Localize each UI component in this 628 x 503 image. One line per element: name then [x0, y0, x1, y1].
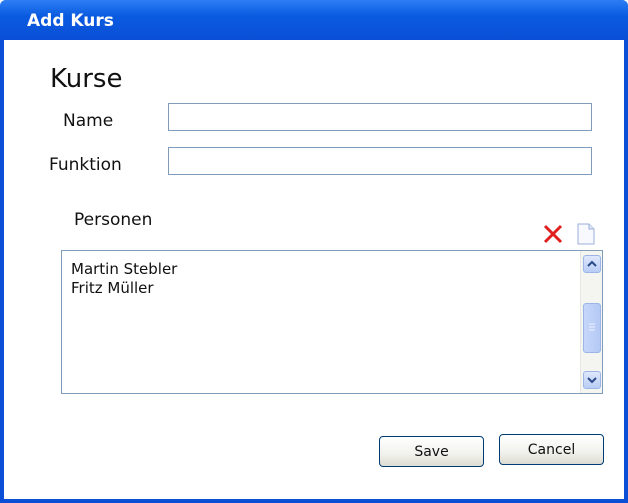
title-bar[interactable]: Add Kurs: [0, 0, 628, 40]
list-item[interactable]: Martin Stebler: [71, 260, 580, 279]
name-label: Name: [63, 111, 114, 131]
scroll-thumb[interactable]: [583, 303, 601, 353]
cancel-button[interactable]: Cancel: [499, 434, 604, 465]
scroll-up-button[interactable]: [583, 255, 601, 273]
delete-icon[interactable]: [541, 222, 565, 246]
personen-listbox[interactable]: Martin Stebler Fritz Müller: [61, 250, 603, 394]
save-button[interactable]: Save: [379, 436, 484, 467]
name-field[interactable]: [168, 103, 592, 131]
grip-icon: [589, 323, 595, 331]
chevron-up-icon: [587, 260, 597, 267]
funktion-label: Funktion: [49, 155, 122, 175]
chevron-down-icon: [587, 377, 597, 384]
new-document-icon[interactable]: [574, 222, 598, 246]
window-title: Add Kurs: [27, 11, 114, 31]
personen-list: Martin Stebler Fritz Müller: [62, 251, 580, 393]
add-kurs-window: Add Kurs Kurse Name Funktion Personen Ma…: [0, 0, 628, 503]
list-item[interactable]: Fritz Müller: [71, 279, 580, 298]
funktion-field[interactable]: [168, 147, 592, 175]
vertical-scrollbar[interactable]: [580, 251, 602, 393]
scroll-down-button[interactable]: [583, 371, 601, 389]
page-title: Kurse: [50, 64, 123, 94]
personen-label: Personen: [74, 210, 153, 230]
